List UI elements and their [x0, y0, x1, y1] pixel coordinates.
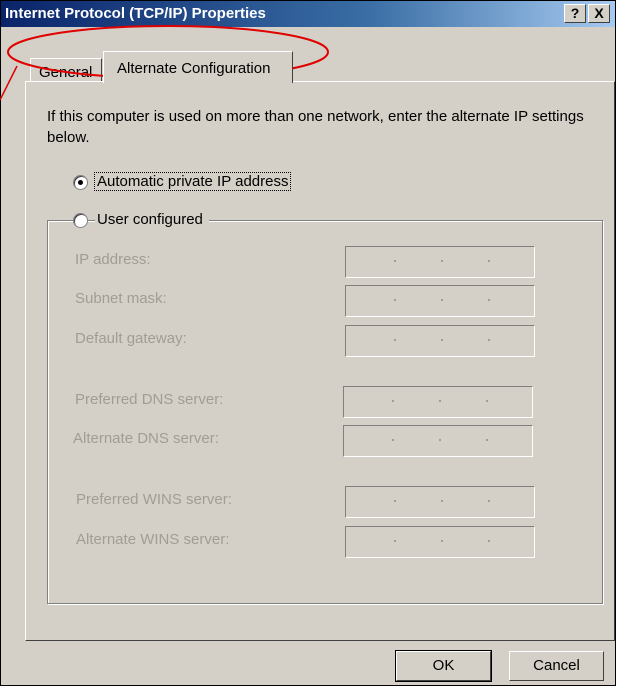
automatic-private-ip-label[interactable]: Automatic private IP address [93, 172, 292, 191]
window-title: Internet Protocol (TCP/IP) Properties [5, 5, 266, 22]
tab-general[interactable]: General [30, 58, 102, 82]
title-bar: Internet Protocol (TCP/IP) Properties ? … [1, 1, 615, 27]
alternate-dns-label: Alternate DNS server: [73, 430, 219, 447]
alternate-dns-field[interactable] [343, 425, 533, 457]
help-button[interactable]: ? [564, 4, 586, 23]
alternate-wins-field[interactable] [345, 526, 535, 558]
user-configured-label[interactable]: User configured [95, 211, 209, 228]
ok-button[interactable]: OK [395, 650, 492, 682]
automatic-private-ip-radio[interactable] [73, 175, 88, 190]
alternate-wins-label: Alternate WINS server: [76, 531, 230, 548]
ip-address-label: IP address: [75, 251, 151, 268]
intro-text: If this computer is used on more than on… [47, 108, 584, 146]
preferred-wins-label: Preferred WINS server: [76, 491, 232, 508]
close-button[interactable]: X [588, 4, 610, 23]
cancel-button[interactable]: Cancel [509, 651, 604, 681]
tcpip-properties-dialog: Internet Protocol (TCP/IP) Properties ? … [0, 0, 616, 686]
default-gateway-field[interactable] [345, 325, 535, 357]
preferred-dns-label: Preferred DNS server: [75, 391, 224, 408]
user-configured-radio[interactable] [73, 213, 88, 228]
tab-alternate-configuration[interactable]: Alternate Configuration [103, 51, 293, 83]
ip-address-field[interactable] [345, 246, 535, 278]
subnet-mask-field[interactable] [345, 285, 535, 317]
preferred-dns-field[interactable] [343, 386, 533, 418]
preferred-wins-field[interactable] [345, 486, 535, 518]
default-gateway-label: Default gateway: [75, 330, 187, 347]
subnet-mask-label: Subnet mask: [75, 290, 167, 307]
